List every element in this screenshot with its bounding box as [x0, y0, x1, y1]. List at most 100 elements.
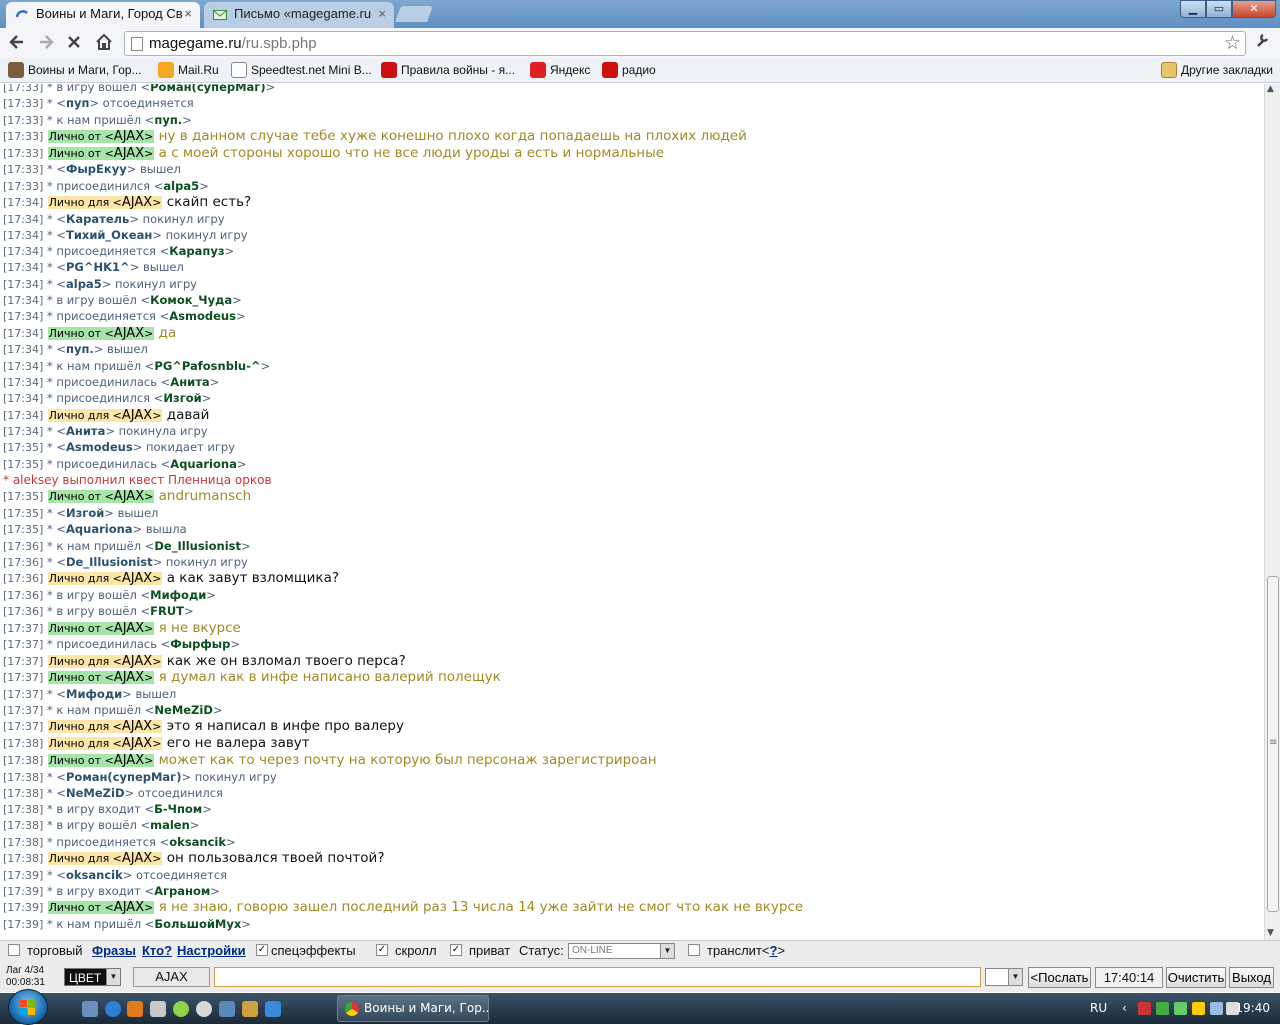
private-to-tag[interactable]: Лично для <AJAX>	[47, 736, 163, 751]
sender-nick[interactable]: AJAX	[114, 326, 144, 341]
player-nick[interactable]: PG^HK1^	[66, 260, 130, 274]
wrench-icon[interactable]	[1254, 32, 1270, 52]
player-nick[interactable]: oksancik	[66, 868, 123, 882]
player-nick[interactable]: Изгой	[163, 391, 201, 405]
player-nick[interactable]: ФырЕкуу	[66, 162, 127, 176]
sender-nick[interactable]: AJAX	[122, 571, 152, 586]
translit-checkbox[interactable]	[688, 944, 700, 956]
forward-icon[interactable]	[34, 32, 58, 54]
chat-scrollbar[interactable]: ▲ ≡ ▼	[1264, 84, 1280, 940]
close-window-button[interactable]: ✕	[1232, 0, 1276, 18]
player-nick[interactable]: De_Illusionist	[154, 539, 241, 553]
bookmark-item[interactable]: радио	[602, 62, 656, 79]
private-from-tag[interactable]: Лично от <AJAX>	[47, 146, 155, 161]
player-nick[interactable]: Комок_Чуда	[150, 293, 232, 307]
app-icon[interactable]	[219, 1001, 235, 1017]
player-nick[interactable]: Анита	[66, 424, 105, 438]
tab-mail[interactable]: Письмо «magegame.ru ×	[204, 2, 394, 28]
send-button[interactable]: <Послать	[1028, 967, 1091, 988]
language-indicator[interactable]: RU	[1090, 1001, 1107, 1015]
sender-nick[interactable]: AJAX	[122, 719, 152, 734]
bookmark-item[interactable]: Speedtest.net Mini B...	[231, 62, 372, 79]
home-icon[interactable]	[92, 32, 116, 54]
bookmark-star-icon[interactable]: ☆	[1224, 32, 1241, 55]
player-nick[interactable]: malen	[150, 818, 190, 832]
player-nick[interactable]: Роман(суперМаг)	[66, 770, 181, 784]
exit-button[interactable]: Выход	[1229, 967, 1274, 988]
message-input[interactable]	[214, 967, 981, 987]
player-nick[interactable]: Анита	[170, 375, 209, 389]
antivirus-icon[interactable]	[1138, 1002, 1151, 1015]
player-nick[interactable]: пуп.	[66, 342, 94, 356]
player-nick[interactable]: Аграном	[154, 884, 210, 898]
stop-icon[interactable]	[62, 32, 86, 54]
player-nick[interactable]: Тихий_Океан	[66, 228, 152, 242]
tab-close-icon[interactable]: ×	[184, 2, 192, 26]
settings-link[interactable]: Настройки	[177, 943, 246, 958]
scroll-checkbox[interactable]: ✓	[376, 944, 388, 956]
new-tab-button[interactable]	[395, 6, 433, 22]
player-nick[interactable]: Мифоди	[150, 588, 206, 602]
player-nick[interactable]: Мифоди	[66, 687, 122, 701]
security-icon[interactable]	[1156, 1002, 1169, 1015]
app-icon[interactable]	[265, 1001, 281, 1017]
sender-nick[interactable]: AJAX	[114, 489, 144, 504]
private-from-tag[interactable]: Лично от <AJAX>	[47, 621, 155, 636]
private-to-tag[interactable]: Лично для <AJAX>	[47, 571, 163, 586]
private-checkbox[interactable]: ✓	[450, 944, 462, 956]
recipient-field[interactable]: AJAX	[133, 967, 210, 987]
trade-checkbox[interactable]	[8, 944, 20, 956]
player-nick[interactable]: PG^Pafosnblu-^	[154, 359, 260, 373]
player-nick[interactable]: Изгой	[66, 506, 104, 520]
player-nick[interactable]: Б-Чпом	[154, 802, 202, 816]
bookmark-item[interactable]: Яндекс	[530, 62, 590, 79]
player-nick[interactable]: Aquariona	[170, 457, 237, 471]
icq-icon[interactable]	[173, 1001, 189, 1017]
player-nick[interactable]: Asmodeus	[66, 440, 133, 454]
effects-checkbox[interactable]: ✓	[256, 944, 268, 956]
sender-nick[interactable]: AJAX	[114, 621, 144, 636]
status-select[interactable]: ON-LINE ▼	[568, 943, 675, 959]
tab-game[interactable]: Воины и Маги, Город Св ×	[6, 2, 200, 28]
player-nick[interactable]: Asmodeus	[169, 309, 236, 323]
media-player-icon[interactable]	[127, 1001, 143, 1017]
private-from-tag[interactable]: Лично от <AJAX>	[47, 753, 155, 768]
player-nick[interactable]: alpa5	[66, 277, 102, 291]
player-nick[interactable]: NeMeZiD	[66, 786, 125, 800]
private-to-tag[interactable]: Лично для <AJAX>	[47, 654, 163, 669]
update-icon[interactable]	[1174, 1002, 1187, 1015]
player-nick[interactable]: пуп.	[154, 113, 182, 127]
address-bar[interactable]: magegame.ru/ru.spb.php ☆	[124, 31, 1246, 56]
player-nick[interactable]: пуп	[66, 96, 89, 110]
sender-nick[interactable]: AJAX	[114, 753, 144, 768]
player-nick[interactable]: Каратель	[66, 212, 129, 226]
sender-nick[interactable]: AJAX	[122, 736, 152, 751]
sender-nick[interactable]: AJAX	[122, 195, 152, 210]
bookmark-item[interactable]: Воины и Маги, Гор...	[8, 62, 142, 79]
player-nick[interactable]: NeMeZiD	[154, 703, 213, 717]
player-nick[interactable]: FRUT	[150, 604, 184, 618]
bookmark-item[interactable]: Mail.Ru	[158, 62, 219, 79]
chrome-quicklaunch-icon[interactable]	[196, 1001, 212, 1017]
player-nick[interactable]: БольшойМух	[154, 917, 241, 931]
minimize-button[interactable]: ▁	[1180, 0, 1206, 18]
phrases-link[interactable]: Фразы	[92, 943, 136, 958]
chevron-left-icon[interactable]: ‹	[1122, 1001, 1127, 1015]
bookmark-item[interactable]: Правила войны - я...	[381, 62, 515, 79]
explorer-icon[interactable]	[150, 1001, 166, 1017]
other-bookmarks[interactable]: Другие закладки	[1161, 62, 1273, 79]
back-icon[interactable]	[5, 32, 29, 54]
scroll-up-icon[interactable]: ▲	[1267, 84, 1274, 94]
show-desktop-icon[interactable]	[82, 1001, 98, 1017]
private-from-tag[interactable]: Лично от <AJAX>	[47, 129, 155, 144]
sender-nick[interactable]: AJAX	[114, 670, 144, 685]
smiles-select[interactable]: ▼	[985, 968, 1023, 986]
private-to-tag[interactable]: Лично для <AJAX>	[47, 408, 163, 423]
sender-nick[interactable]: AJAX	[114, 146, 144, 161]
player-nick[interactable]: alpa5	[163, 179, 199, 193]
player-nick[interactable]: Aquariona	[66, 522, 133, 536]
ie-icon[interactable]	[105, 1001, 121, 1017]
notification-icon[interactable]	[1192, 1002, 1205, 1015]
color-select[interactable]: ЦВЕТ ▼	[64, 968, 121, 986]
player-nick[interactable]: Роман(суперМаг)	[150, 84, 265, 94]
